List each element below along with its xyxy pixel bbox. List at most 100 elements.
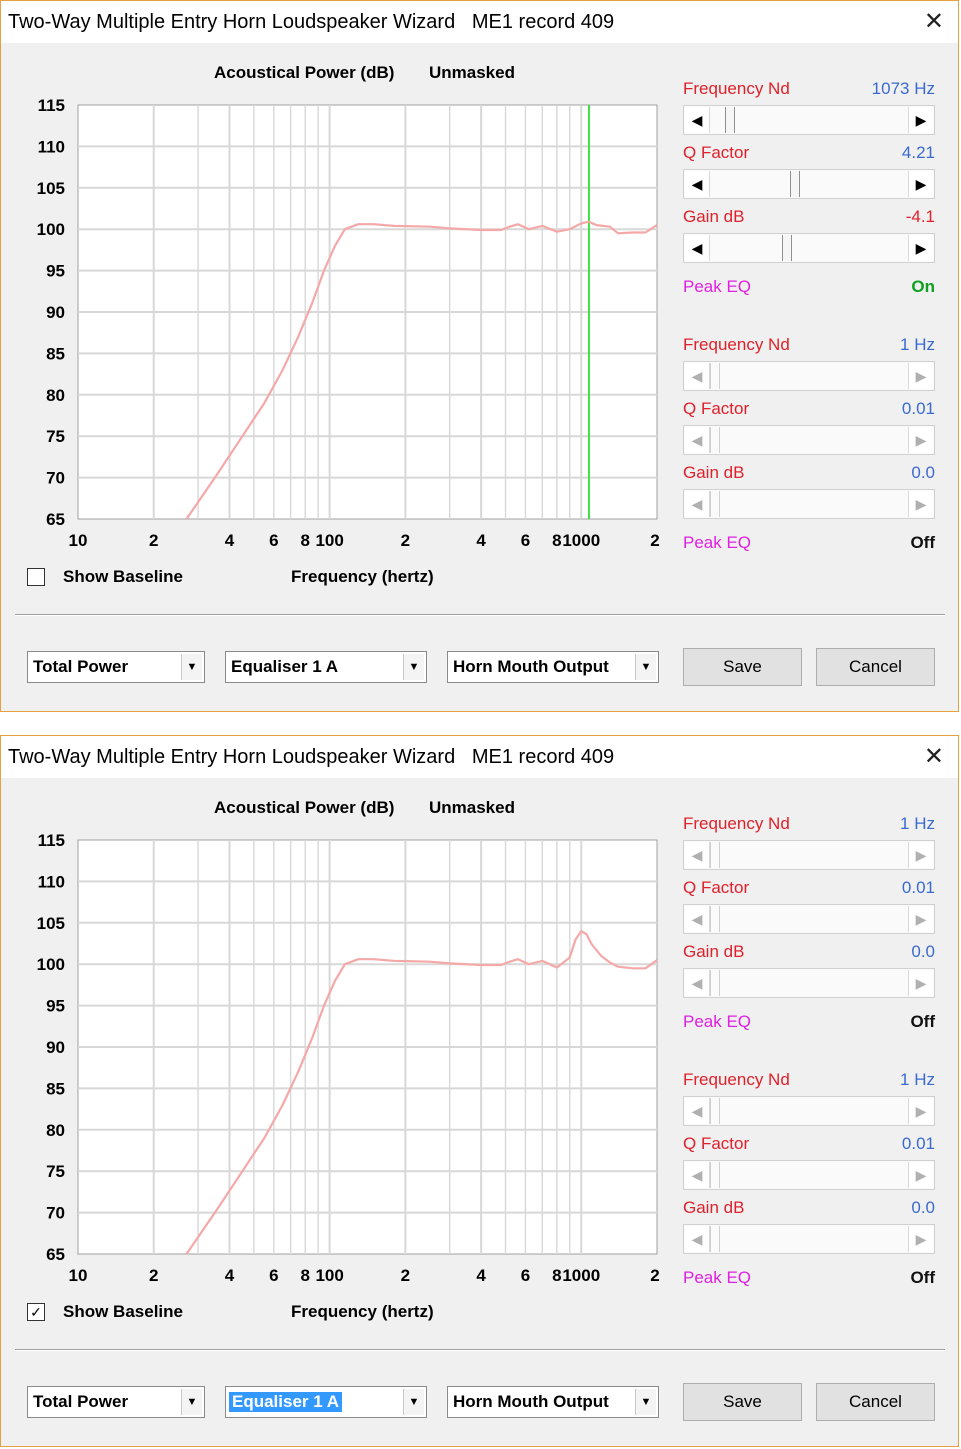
x-axis-title: Frequency (hertz) bbox=[291, 567, 434, 586]
scroll-left-icon[interactable]: ◀ bbox=[685, 970, 710, 996]
chevron-down-icon[interactable]: ▼ bbox=[181, 1389, 202, 1415]
eq2-gain-slider[interactable]: ◀ ▶ bbox=[683, 489, 935, 519]
y-tick-label: 85 bbox=[46, 1079, 65, 1098]
save-button[interactable]: Save bbox=[683, 1383, 802, 1421]
scroll-left-icon[interactable]: ◀ bbox=[685, 235, 710, 261]
x-tick-label: 1000 bbox=[562, 531, 600, 550]
output-type-combo[interactable]: Total Power ▼ bbox=[27, 651, 205, 683]
slider-thumb[interactable] bbox=[789, 171, 800, 197]
eq1-frequency-slider[interactable]: ◀ ▶ bbox=[683, 840, 935, 870]
eq2-q-factor-slider[interactable]: ◀ ▶ bbox=[683, 425, 935, 455]
slider-thumb[interactable] bbox=[710, 1098, 720, 1124]
chevron-down-icon[interactable]: ▼ bbox=[635, 1389, 656, 1415]
scroll-right-icon[interactable]: ▶ bbox=[908, 906, 933, 932]
scroll-right-icon[interactable]: ▶ bbox=[908, 363, 933, 389]
eq1-peak-eq-state[interactable]: Off bbox=[910, 1012, 935, 1032]
save-button[interactable]: Save bbox=[683, 648, 802, 686]
separator bbox=[15, 614, 945, 616]
eq2-gain-slider[interactable]: ◀ ▶ bbox=[683, 1224, 935, 1254]
scroll-right-icon[interactable]: ▶ bbox=[908, 842, 933, 868]
scroll-right-icon[interactable]: ▶ bbox=[908, 235, 933, 261]
scroll-left-icon[interactable]: ◀ bbox=[685, 1226, 710, 1252]
scroll-right-icon[interactable]: ▶ bbox=[908, 1098, 933, 1124]
scroll-right-icon[interactable]: ▶ bbox=[908, 1226, 933, 1252]
chevron-down-icon[interactable]: ▼ bbox=[635, 654, 656, 680]
scroll-left-icon[interactable]: ◀ bbox=[685, 171, 710, 197]
eq1-frequency-value: 1073 Hz bbox=[871, 79, 935, 98]
chevron-down-icon[interactable]: ▼ bbox=[403, 1389, 424, 1415]
slider-thumb[interactable] bbox=[710, 1162, 720, 1188]
cancel-button[interactable]: Cancel bbox=[816, 1383, 935, 1421]
scroll-left-icon[interactable]: ◀ bbox=[685, 906, 710, 932]
scroll-right-icon[interactable]: ▶ bbox=[908, 107, 933, 133]
scroll-right-icon[interactable]: ▶ bbox=[908, 970, 933, 996]
output-type-combo[interactable]: Total Power ▼ bbox=[27, 1386, 205, 1418]
eq2-gain-value: 0.0 bbox=[911, 463, 935, 482]
equaliser-combo[interactable]: Equaliser 1 A ▼ bbox=[225, 651, 427, 683]
scroll-left-icon[interactable]: ◀ bbox=[685, 1098, 710, 1124]
eq1-peak-eq-state[interactable]: On bbox=[911, 277, 935, 297]
eq1-frequency-label: Frequency Nd bbox=[683, 814, 790, 833]
output-point-combo[interactable]: Horn Mouth Output ▼ bbox=[447, 651, 659, 683]
x-tick-label: 4 bbox=[476, 531, 486, 550]
eq2-q-factor-slider[interactable]: ◀ ▶ bbox=[683, 1160, 935, 1190]
eq2-frequency-value: 1 Hz bbox=[900, 1070, 935, 1089]
chevron-down-icon[interactable]: ▼ bbox=[403, 654, 424, 680]
x-tick-label: 2 bbox=[650, 1266, 659, 1285]
eq2-frequency-label: Frequency Nd bbox=[683, 1070, 790, 1089]
eq1-frequency-slider[interactable]: ◀ ▶ bbox=[683, 105, 935, 135]
scroll-right-icon[interactable]: ▶ bbox=[908, 427, 933, 453]
scroll-left-icon[interactable]: ◀ bbox=[685, 491, 710, 517]
eq2-peak-eq-state[interactable]: Off bbox=[910, 533, 935, 553]
slider-thumb[interactable] bbox=[782, 235, 793, 261]
eq1-gain-slider[interactable]: ◀ ▶ bbox=[683, 968, 935, 998]
y-tick-label: 65 bbox=[46, 1245, 65, 1264]
scroll-left-icon[interactable]: ◀ bbox=[685, 363, 710, 389]
output-point-combo[interactable]: Horn Mouth Output ▼ bbox=[447, 1386, 659, 1418]
slider-thumb[interactable] bbox=[710, 906, 720, 932]
y-tick-label: 95 bbox=[46, 997, 65, 1016]
y-tick-label: 115 bbox=[38, 96, 65, 115]
eq2-peak-eq-state[interactable]: Off bbox=[910, 1268, 935, 1288]
scroll-left-icon[interactable]: ◀ bbox=[685, 107, 710, 133]
slider-thumb[interactable] bbox=[710, 427, 720, 453]
scroll-left-icon[interactable]: ◀ bbox=[685, 427, 710, 453]
slider-thumb[interactable] bbox=[710, 970, 720, 996]
scroll-left-icon[interactable]: ◀ bbox=[685, 842, 710, 868]
x-tick-label: 2 bbox=[401, 531, 410, 550]
show-baseline-label[interactable]: Show Baseline bbox=[63, 1302, 183, 1322]
slider-thumb[interactable] bbox=[710, 363, 720, 389]
eq2-frequency-slider[interactable]: ◀ ▶ bbox=[683, 1096, 935, 1126]
output-point-value: Horn Mouth Output bbox=[453, 657, 609, 676]
scroll-right-icon[interactable]: ▶ bbox=[908, 491, 933, 517]
slider-thumb[interactable] bbox=[710, 491, 720, 517]
chevron-down-icon[interactable]: ▼ bbox=[181, 654, 202, 680]
show-baseline-checkbox[interactable]: ✓ bbox=[27, 1303, 45, 1321]
eq1-q-factor-slider[interactable]: ◀ ▶ bbox=[683, 169, 935, 199]
slider-thumb[interactable] bbox=[710, 842, 720, 868]
x-tick-label: 4 bbox=[225, 1266, 235, 1285]
y-tick-label: 70 bbox=[46, 469, 65, 488]
slider-thumb[interactable] bbox=[710, 1226, 720, 1252]
eq1-q-factor-value: 0.01 bbox=[901, 878, 935, 897]
close-icon[interactable]: ✕ bbox=[924, 742, 944, 771]
show-baseline-checkbox[interactable] bbox=[27, 568, 45, 586]
eq1-gain-value: 0.0 bbox=[911, 942, 935, 961]
y-tick-label: 90 bbox=[46, 1038, 65, 1057]
scroll-right-icon[interactable]: ▶ bbox=[908, 171, 933, 197]
eq1-q-factor-slider[interactable]: ◀ ▶ bbox=[683, 904, 935, 934]
scroll-left-icon[interactable]: ◀ bbox=[685, 1162, 710, 1188]
eq1-gain-slider[interactable]: ◀ ▶ bbox=[683, 233, 935, 263]
slider-thumb[interactable] bbox=[725, 107, 736, 133]
cancel-button[interactable]: Cancel bbox=[816, 648, 935, 686]
x-tick-label: 10 bbox=[69, 531, 88, 550]
y-tick-label: 75 bbox=[46, 1162, 65, 1181]
scroll-right-icon[interactable]: ▶ bbox=[908, 1162, 933, 1188]
x-tick-label: 2 bbox=[149, 1266, 158, 1285]
y-tick-label: 65 bbox=[46, 510, 65, 529]
show-baseline-label[interactable]: Show Baseline bbox=[63, 567, 183, 587]
equaliser-combo[interactable]: Equaliser 1 A ▼ bbox=[225, 1386, 427, 1418]
y-tick-label: 75 bbox=[46, 427, 65, 446]
close-icon[interactable]: ✕ bbox=[924, 7, 944, 36]
eq2-frequency-slider[interactable]: ◀ ▶ bbox=[683, 361, 935, 391]
